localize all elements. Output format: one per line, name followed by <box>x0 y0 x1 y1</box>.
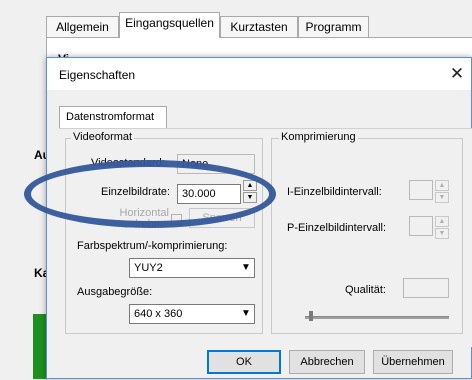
qualitaet-slider-track[interactable] <box>305 316 449 319</box>
tab-allgemein[interactable]: Allgemein <box>46 16 119 37</box>
spin-down-icon[interactable]: ▼ <box>435 192 449 203</box>
komprimierung-group-label: Komprimierung <box>279 131 358 143</box>
farbspektrum-select[interactable]: YUY2 ▼ <box>129 258 255 278</box>
ausgabegroesse-label: Ausgabegröße: <box>77 286 153 298</box>
spin-up-icon[interactable]: ▲ <box>435 216 449 227</box>
farbspektrum-value: YUY2 <box>134 262 163 274</box>
ausgabegroesse-value: 640 x 360 <box>134 308 183 320</box>
outer-tab-strip: Allgemein Eingangsquellen Kurztasten Pro… <box>0 0 472 40</box>
dialog-title: Eigenschaften <box>59 68 136 82</box>
qualitaet-input[interactable] <box>403 278 449 298</box>
qualitaet-slider-thumb[interactable] <box>309 311 313 321</box>
spin-down-icon[interactable]: ▼ <box>435 228 449 239</box>
dialog-content: Datenstromformat Videoformat Videostanda… <box>47 90 472 378</box>
i-einzelbildintervall-label: I-Einzelbildintervall: <box>287 186 382 198</box>
p-einzelbildintervall-label: P-Einzelbildintervall: <box>287 222 387 234</box>
tab-eingangsquellen[interactable]: Eingangsquellen <box>119 12 220 38</box>
chevron-down-icon: ▼ <box>241 262 251 273</box>
p-einzelbildintervall-input[interactable] <box>409 216 433 236</box>
close-icon[interactable]: ✕ <box>447 64 467 84</box>
tab-kurztasten[interactable]: Kurztasten <box>220 16 298 37</box>
i-einzelbildintervall-input[interactable] <box>409 180 433 200</box>
tab-programm[interactable]: Programm <box>298 16 369 37</box>
spin-up-icon[interactable]: ▲ <box>435 180 449 191</box>
ok-button[interactable]: OK <box>207 350 281 374</box>
dialog-titlebar: Eigenschaften ✕ <box>47 58 471 90</box>
qualitaet-label: Qualität: <box>345 284 386 296</box>
chevron-down-icon: ▼ <box>241 308 251 319</box>
tab-datenstromformat[interactable]: Datenstromformat <box>59 106 167 128</box>
uebernehmen-button[interactable]: Übernehmen <box>373 350 453 374</box>
videoformat-group-label: Videoformat <box>71 131 135 143</box>
behind-preview-image <box>33 314 47 379</box>
ausgabegroesse-select[interactable]: 640 x 360 ▼ <box>129 304 255 324</box>
annotation-ellipse <box>24 160 276 228</box>
farbspektrum-label: Farbspektrum/-komprimierung: <box>77 240 228 252</box>
abbrechen-button[interactable]: Abbrechen <box>289 350 365 374</box>
